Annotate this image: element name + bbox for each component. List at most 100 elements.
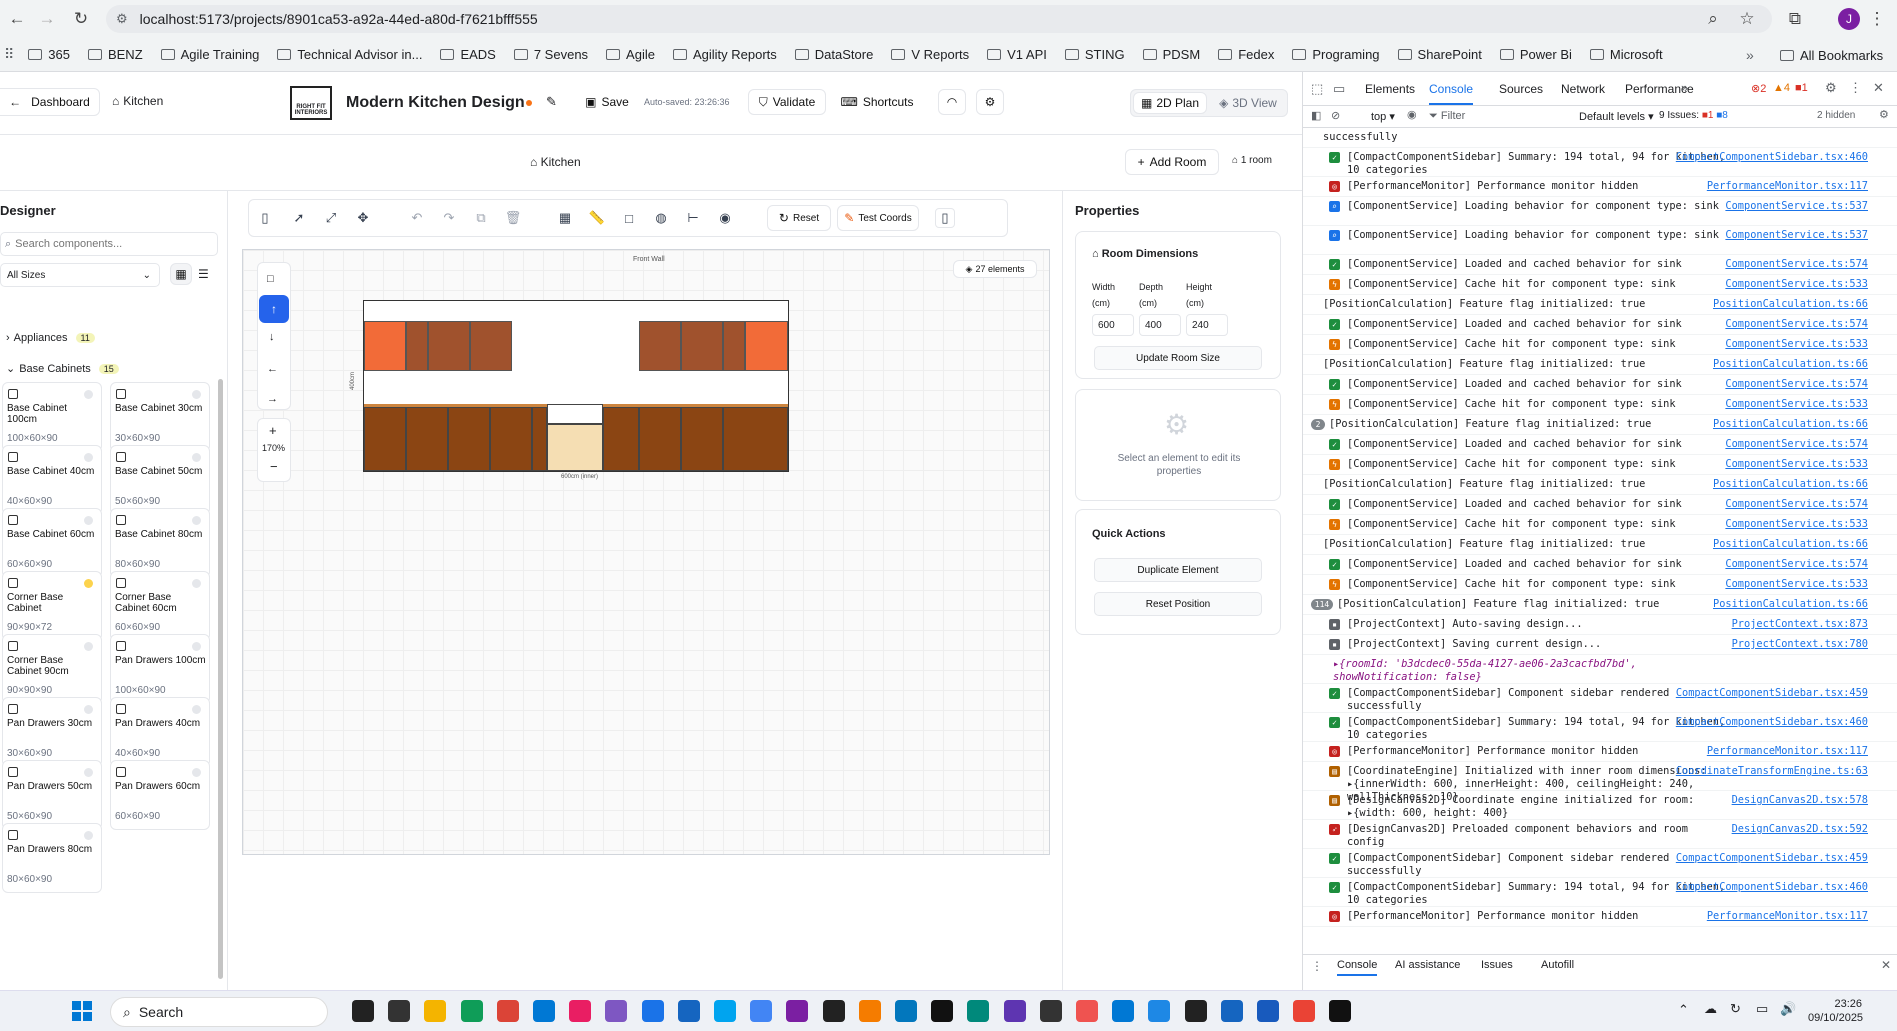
base-cabinet[interactable] bbox=[490, 407, 532, 471]
taskbar-app-icon[interactable] bbox=[750, 1000, 773, 1022]
checkbox-icon[interactable] bbox=[8, 641, 18, 651]
drawer-tab[interactable]: Issues bbox=[1481, 959, 1513, 971]
devtools-tab-sources[interactable]: Sources bbox=[1499, 82, 1543, 96]
dashboard-button[interactable]: ← Dashboard bbox=[0, 88, 100, 116]
console-log-row[interactable]: ▪ [ProjectContext] Auto-saving design... P… bbox=[1303, 615, 1897, 635]
menu-icon[interactable]: ⋮ bbox=[1866, 8, 1888, 30]
log-source-link[interactable]: CompactComponentSidebar.tsx:459 bbox=[1676, 852, 1868, 865]
component-card[interactable]: Pan Drawers 30cm 30×60×90 bbox=[2, 697, 102, 767]
redo-icon[interactable]: ↷ bbox=[439, 208, 459, 228]
taskbar-app-icon[interactable] bbox=[1329, 1000, 1352, 1022]
console-log-row[interactable]: ◎ [PerformanceMonitor] Performance monito… bbox=[1303, 907, 1897, 927]
site-info-icon[interactable]: ⚙ bbox=[116, 11, 128, 27]
back-icon[interactable]: ← bbox=[6, 8, 28, 30]
checkbox-icon[interactable] bbox=[8, 578, 18, 588]
taskbar-app-icon[interactable] bbox=[714, 1000, 736, 1022]
bookmark-item[interactable]: EADS bbox=[440, 47, 496, 62]
volume-icon[interactable]: 🔊 bbox=[1780, 1001, 1796, 1017]
cabinet[interactable] bbox=[406, 321, 428, 371]
angle-icon[interactable]: ⊢ bbox=[683, 208, 703, 228]
close-icon[interactable]: ✕ bbox=[1873, 80, 1884, 96]
console-log-row[interactable]: ✓ [ComponentService] Loaded and cached be… bbox=[1303, 255, 1897, 275]
log-source-link[interactable]: ComponentService.ts:574 bbox=[1725, 378, 1868, 391]
taskbar-app-icon[interactable] bbox=[569, 1000, 592, 1022]
console-log-row[interactable]: [PositionCalculation] Feature flag initi… bbox=[1303, 475, 1897, 495]
checkbox-icon[interactable] bbox=[8, 704, 18, 714]
log-source-link[interactable]: CompactComponentSidebar.tsx:459 bbox=[1676, 687, 1868, 700]
apps-icon[interactable]: ⠿ bbox=[4, 46, 14, 63]
log-source-link[interactable]: PositionCalculation.ts:66 bbox=[1713, 358, 1868, 371]
console-log-row[interactable]: ▤ [CoordinateEngine] Initialized with inn… bbox=[1303, 762, 1897, 803]
chevron-up-icon[interactable]: ⌃ bbox=[1678, 1002, 1689, 1018]
sink-top[interactable] bbox=[547, 404, 603, 424]
width-field[interactable]: 600 bbox=[1092, 314, 1134, 336]
checkbox-icon[interactable] bbox=[8, 452, 18, 462]
cabinet[interactable] bbox=[681, 321, 723, 371]
log-source-link[interactable]: PositionCalculation.ts:66 bbox=[1713, 298, 1868, 311]
log-source-link[interactable]: PositionCalculation.ts:66 bbox=[1713, 538, 1868, 551]
log-source-link[interactable]: ComponentService.ts:574 bbox=[1725, 258, 1868, 271]
console-log-row[interactable]: ◎ [PerformanceMonitor] Performance monito… bbox=[1303, 742, 1897, 762]
taskbar-search[interactable]: ⌕ Search bbox=[110, 997, 328, 1027]
bookmark-item[interactable]: STING bbox=[1064, 47, 1125, 62]
arrow-down-icon[interactable]: ↓ bbox=[269, 331, 275, 343]
log-source-link[interactable]: ComponentService.ts:533 bbox=[1725, 398, 1868, 411]
taskbar-app-icon[interactable] bbox=[822, 1000, 845, 1022]
plan-view-icon[interactable]: □ bbox=[267, 273, 274, 285]
taskbar-app-icon[interactable] bbox=[931, 1000, 954, 1022]
filter-input[interactable]: ⏷ Filter bbox=[1429, 110, 1465, 123]
component-card[interactable]: Corner Base Cabinet 60cm 60×60×90 bbox=[110, 571, 210, 641]
bookmark-item[interactable]: V1 API bbox=[987, 47, 1047, 62]
log-source-link[interactable]: ComponentService.ts:533 bbox=[1725, 338, 1868, 351]
taskbar-app-icon[interactable] bbox=[605, 1000, 628, 1022]
checkbox-icon[interactable] bbox=[8, 767, 18, 777]
checkbox-icon[interactable] bbox=[116, 704, 126, 714]
log-source-link[interactable]: ComponentService.ts:533 bbox=[1725, 578, 1868, 591]
all-bookmarks[interactable]: All Bookmarks bbox=[1780, 48, 1883, 63]
settings-button[interactable]: ⚙ bbox=[976, 89, 1004, 115]
console-log-row[interactable]: ⌕ [ComponentService] Loading behavior for… bbox=[1303, 197, 1897, 226]
component-card[interactable]: Corner Base Cabinet 90cm 90×90×90 bbox=[2, 634, 102, 704]
taskbar-app-icon[interactable] bbox=[1112, 1000, 1135, 1022]
select-tool-icon[interactable]: ➚ bbox=[289, 208, 309, 228]
log-source-link[interactable]: ComponentService.ts:574 bbox=[1725, 438, 1868, 451]
log-source-link[interactable]: ComponentService.ts:533 bbox=[1725, 458, 1868, 471]
console-log-row[interactable]: ϟ [ComponentService] Cache hit for compon… bbox=[1303, 455, 1897, 475]
bookmark-item[interactable]: BENZ bbox=[87, 47, 143, 62]
bookmark-item[interactable]: V Reports bbox=[891, 47, 969, 62]
cabinet[interactable] bbox=[723, 321, 745, 371]
component-card[interactable]: Base Cabinet 30cm 30×60×90 bbox=[110, 382, 210, 452]
error-count[interactable]: ⊗2 bbox=[1751, 82, 1766, 95]
log-source-link[interactable]: ProjectContext.tsx:780 bbox=[1732, 638, 1868, 651]
bookmark-item[interactable]: Agile Training bbox=[160, 47, 259, 62]
clear-icon[interactable]: ⊘ bbox=[1331, 109, 1340, 122]
log-source-link[interactable]: DesignCanvas2D.tsx:592 bbox=[1732, 823, 1868, 836]
tab-2d-plan[interactable]: ▦ 2D Plan bbox=[1133, 92, 1207, 114]
shortcuts-button[interactable]: ⌨ Shortcuts bbox=[832, 89, 922, 115]
extensions-icon[interactable]: ⧉ bbox=[1784, 8, 1806, 30]
bookmark-item[interactable]: 365 bbox=[28, 47, 70, 62]
close-icon[interactable]: ✕ bbox=[1881, 958, 1891, 972]
console-log-row[interactable]: ✓ [CompactComponentSidebar] Summary: 194 … bbox=[1303, 148, 1897, 177]
log-source-link[interactable]: CompactComponentSidebar.tsx:460 bbox=[1676, 716, 1868, 729]
console-log-row[interactable]: ▸{roomId: 'b3dcdec0-55da-4127-ae06-2a3ca… bbox=[1303, 655, 1897, 684]
log-source-link[interactable]: PositionCalculation.ts:66 bbox=[1713, 598, 1868, 611]
issues-count[interactable]: 9 Issues: ■1 ■8 bbox=[1659, 110, 1728, 121]
bookmark-item[interactable]: Agility Reports bbox=[672, 47, 777, 62]
taskbar-app-icon[interactable] bbox=[895, 1000, 917, 1022]
bookmark-item[interactable]: Technical Advisor in... bbox=[277, 47, 422, 62]
log-source-link[interactable]: ComponentService.ts:574 bbox=[1725, 558, 1868, 571]
base-cabinet[interactable] bbox=[639, 407, 681, 471]
log-source-link[interactable]: PerformanceMonitor.tsx:117 bbox=[1707, 180, 1868, 193]
address-bar[interactable]: ⚙ localhost:5173/projects/8901ca53-a92a-… bbox=[106, 5, 1772, 33]
checkbox-icon[interactable] bbox=[8, 515, 18, 525]
log-source-link[interactable]: ComponentService.ts:533 bbox=[1725, 278, 1868, 291]
arrow-up-button[interactable]: ↑ bbox=[259, 295, 289, 323]
console-log-row[interactable]: ➶ [DesignCanvas2D] Preloaded component be… bbox=[1303, 820, 1897, 849]
save-button[interactable]: ▣ Save bbox=[576, 89, 638, 115]
component-card[interactable]: Base Cabinet 50cm 50×60×90 bbox=[110, 445, 210, 515]
log-source-link[interactable]: ComponentService.ts:537 bbox=[1725, 200, 1868, 213]
bookmark-item[interactable]: Microsoft bbox=[1589, 47, 1663, 62]
component-card[interactable]: Corner Base Cabinet 90×90×72 bbox=[2, 571, 102, 641]
console-log-row[interactable]: ϟ [ComponentService] Cache hit for compon… bbox=[1303, 395, 1897, 415]
